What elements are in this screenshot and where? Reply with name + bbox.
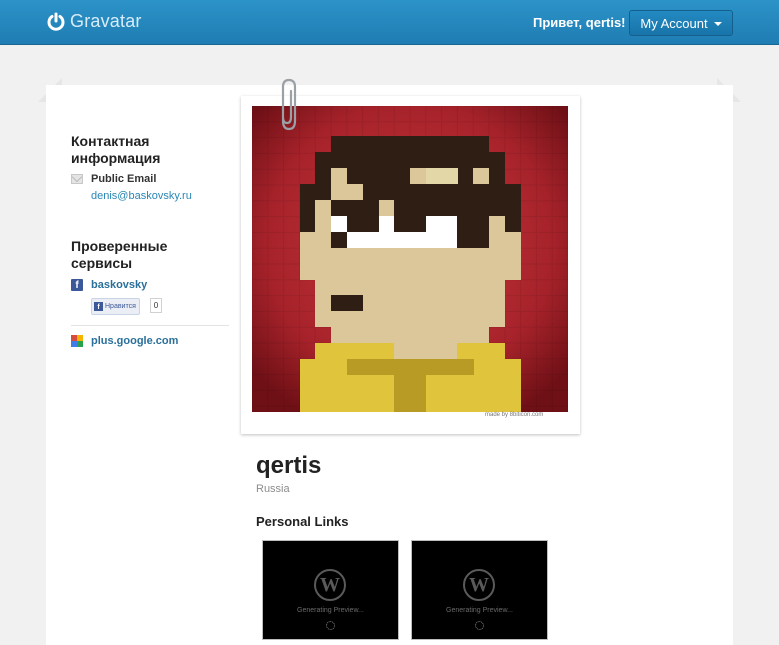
preview-status: Generating Preview...	[446, 607, 513, 614]
avatar-image[interactable]	[252, 106, 568, 412]
wordpress-icon: W	[314, 569, 346, 601]
personal-link-preview[interactable]: W Generating Preview...	[262, 540, 399, 640]
mail-icon	[71, 174, 83, 184]
facebook-account-link[interactable]: baskovsky	[91, 279, 147, 291]
avatar-frame	[241, 96, 580, 434]
preview-status: Generating Preview...	[297, 607, 364, 614]
facebook-mini-icon: f	[94, 302, 103, 311]
like-button-label: Нравится	[105, 303, 136, 310]
wordpress-icon: W	[463, 569, 495, 601]
facebook-icon: f	[71, 279, 83, 291]
loading-spinner-icon	[475, 621, 484, 630]
email-link-row: denis@baskovsky.ru	[91, 190, 192, 202]
service-facebook: f baskovsky	[71, 279, 147, 291]
divider	[71, 325, 229, 326]
service-google: plus.google.com	[71, 335, 178, 347]
display-name: qertis	[256, 452, 322, 479]
facebook-like-button[interactable]: f Нравится	[91, 298, 140, 315]
paperclip-icon	[281, 78, 297, 131]
gravatar-logo-icon	[47, 12, 65, 31]
loading-spinner-icon	[326, 621, 335, 630]
my-account-button[interactable]: My Account	[629, 10, 733, 36]
public-email-label: Public Email	[91, 173, 157, 185]
top-navigation-bar: Gravatar Привет, qertis! My Account	[0, 0, 779, 45]
email-link[interactable]: denis@baskovsky.ru	[91, 190, 192, 202]
contact-info-heading: Контактная информация	[71, 133, 161, 166]
avatar-credit: made by 8biticon.com	[485, 412, 544, 418]
gravatar-logo[interactable]: Gravatar	[46, 11, 142, 32]
caret-down-icon	[713, 22, 722, 26]
personal-links-heading: Personal Links	[256, 514, 349, 529]
personal-link-preview[interactable]: W Generating Preview...	[411, 540, 548, 640]
google-plus-link[interactable]: plus.google.com	[91, 335, 178, 347]
public-email-row: Public Email	[71, 173, 156, 185]
my-account-label: My Account	[640, 15, 708, 31]
location: Russia	[256, 483, 290, 495]
logo-text: Gravatar	[70, 11, 142, 31]
user-greeting: Привет, qertis!	[533, 15, 626, 30]
like-count: 0	[150, 298, 162, 313]
verified-services-heading: Проверенные сервисы	[71, 238, 168, 271]
google-icon	[71, 335, 83, 347]
